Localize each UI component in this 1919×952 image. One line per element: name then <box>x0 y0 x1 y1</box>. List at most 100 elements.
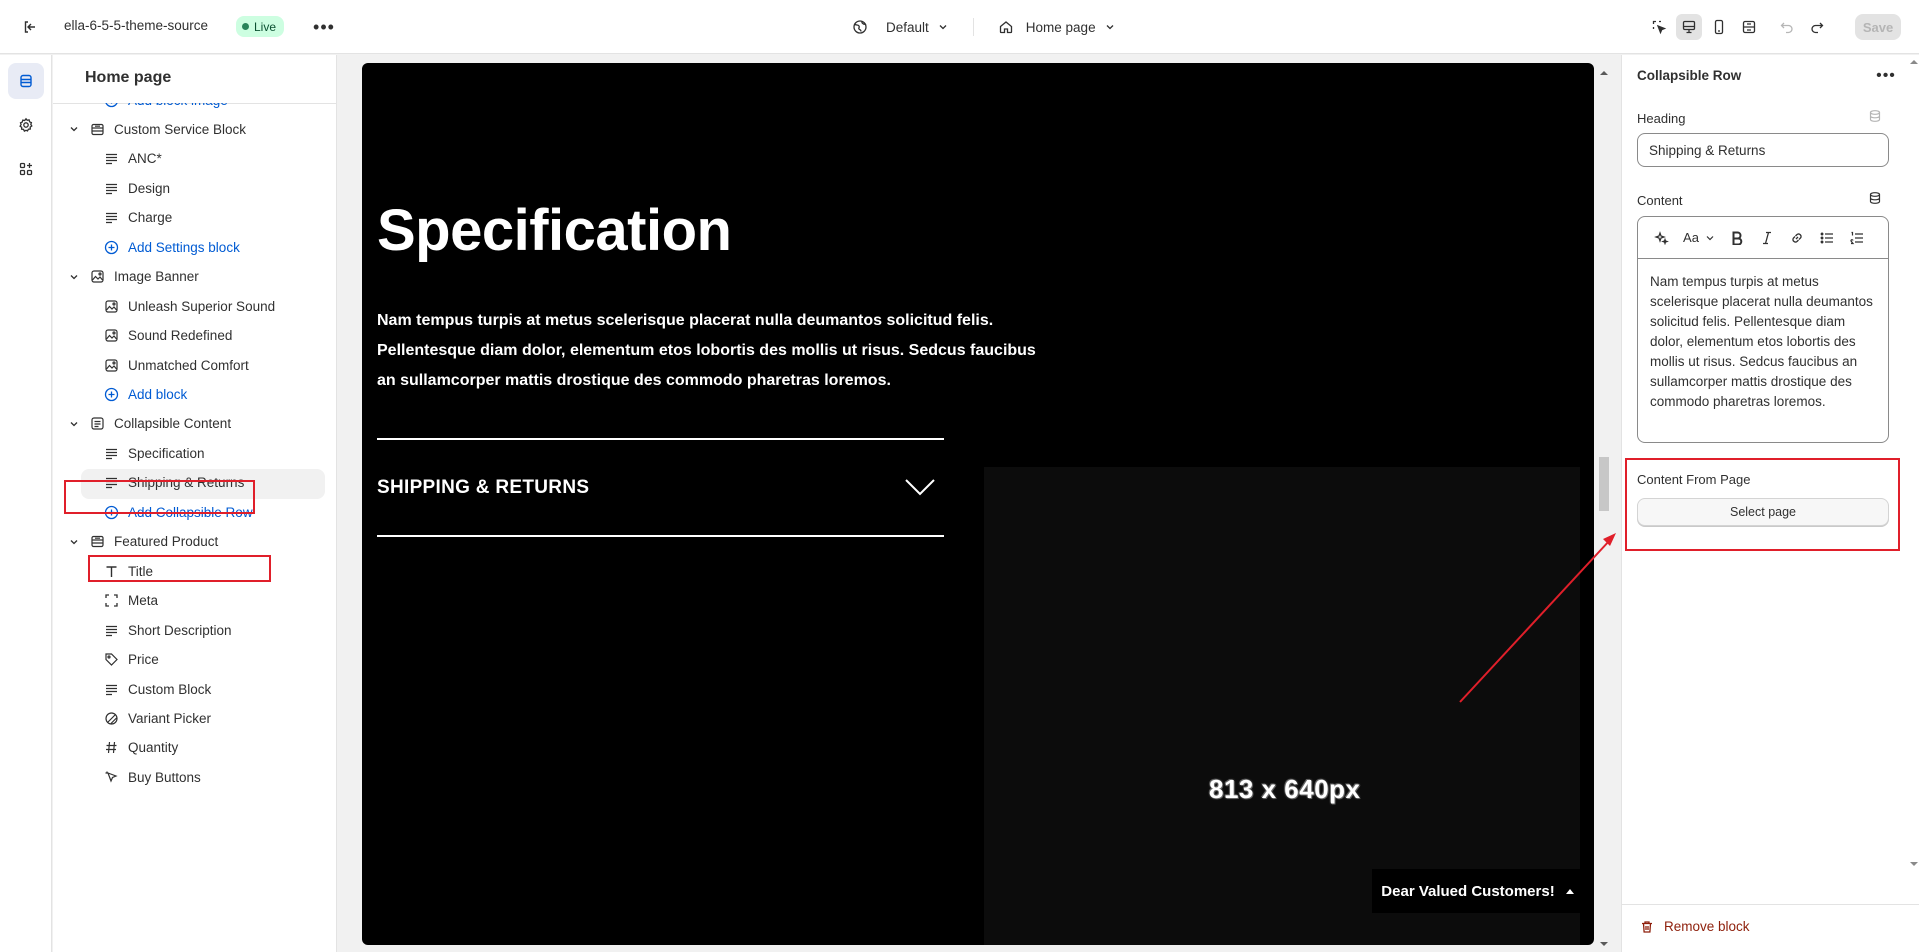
redo-button[interactable] <box>1804 14 1830 40</box>
block-anc[interactable]: ANC* <box>53 144 336 174</box>
chevron-down-icon[interactable] <box>904 476 936 498</box>
block-shipping-returns[interactable]: Shipping & Returns <box>53 468 336 499</box>
section-image-banner[interactable]: Image Banner <box>53 262 336 292</box>
block-short-description[interactable]: Short Description <box>53 615 336 645</box>
add-add-block-image[interactable]: Add block image <box>53 103 336 115</box>
sidebar-scrollbar[interactable] <box>336 106 337 948</box>
storefront-preview[interactable]: Specification Nam tempus turpis at metus… <box>362 63 1594 945</box>
section-custom-service-block[interactable]: Custom Service Block <box>53 114 336 144</box>
content-label: Content <box>1637 193 1683 208</box>
add-add-collapsible-row[interactable]: Add Collapsible Row <box>53 497 336 527</box>
desktop-icon <box>1682 20 1696 34</box>
scrollbar-thumb[interactable] <box>1599 457 1609 511</box>
add-add-settings-block[interactable]: Add Settings block <box>53 232 336 262</box>
section-featured-product[interactable]: Featured Product <box>53 527 336 557</box>
bullet-list-button[interactable] <box>1812 225 1842 251</box>
caret-up-icon <box>1565 889 1574 894</box>
remove-block-label: Remove block <box>1664 919 1750 934</box>
block-design[interactable]: Design <box>53 173 336 203</box>
add-add-block[interactable]: Add block <box>53 380 336 410</box>
apps-icon <box>19 162 33 176</box>
text-icon <box>103 475 119 491</box>
announcement-toast[interactable]: Dear Valued Customers! <box>1372 869 1584 913</box>
block-unleash-superior-sound[interactable]: Unleash Superior Sound <box>53 291 336 321</box>
exit-icon[interactable] <box>18 15 42 39</box>
row-label: Custom Service Block <box>114 121 247 137</box>
desktop-view-button[interactable] <box>1676 14 1702 40</box>
image-icon <box>103 357 119 373</box>
theme-settings-nav-button[interactable] <box>8 107 44 143</box>
heading-input[interactable]: Shipping & Returns <box>1637 133 1889 167</box>
chevron-down-icon[interactable] <box>67 535 81 549</box>
bold-button[interactable] <box>1722 225 1752 251</box>
block-quantity[interactable]: Quantity <box>53 733 336 763</box>
page-dropdown[interactable]: Home page <box>998 19 1116 35</box>
row-label: Image Banner <box>114 269 199 285</box>
block-price[interactable]: Price <box>53 645 336 675</box>
chevron-down-icon <box>939 25 947 30</box>
row-label: ANC* <box>128 151 162 167</box>
ai-generate-button[interactable] <box>1646 225 1676 251</box>
scroll-down-icon[interactable] <box>1909 860 1919 868</box>
text-icon <box>103 151 119 167</box>
chevron-down-icon[interactable] <box>67 417 81 431</box>
undo-icon <box>1780 22 1793 34</box>
mobile-view-button[interactable] <box>1706 14 1732 40</box>
chevron-down-icon[interactable] <box>67 270 81 284</box>
block-buy-buttons[interactable]: Buy Buttons <box>53 762 336 792</box>
text-icon <box>103 681 119 697</box>
italic-button[interactable] <box>1752 225 1782 251</box>
block-specification[interactable]: Specification <box>53 438 336 468</box>
row-label: Charge <box>128 210 173 226</box>
apps-nav-button[interactable] <box>8 151 44 187</box>
block-custom-block[interactable]: Custom Block <box>53 674 336 704</box>
dynamic-source-icon[interactable] <box>1868 191 1882 205</box>
scroll-down-icon[interactable] <box>1599 940 1609 948</box>
select-page-button[interactable]: Select page <box>1637 498 1889 526</box>
row-label: Custom Block <box>128 681 212 697</box>
text-icon <box>103 622 119 638</box>
row-label: Featured Product <box>114 534 219 550</box>
sidebar-title: Home page <box>85 69 172 86</box>
text-style-dropdown[interactable]: Aa <box>1676 225 1722 251</box>
undo-button[interactable] <box>1774 14 1800 40</box>
block-meta[interactable]: Meta <box>53 586 336 616</box>
block-charge[interactable]: Charge <box>53 203 336 233</box>
row-label: Quantity <box>128 740 179 756</box>
row-label: Add block <box>128 387 188 402</box>
content-rich-text-editor[interactable]: Aa Nam tempus turpis at metus scelerisqu… <box>1637 216 1889 443</box>
scroll-up-icon[interactable] <box>1909 58 1919 66</box>
preview-scrollbar[interactable] <box>1596 55 1612 952</box>
template-dropdown[interactable]: Default <box>852 19 949 35</box>
theme-actions-button[interactable]: ••• <box>311 14 337 40</box>
row-label: Short Description <box>128 622 232 638</box>
scroll-up-icon[interactable] <box>1599 69 1609 77</box>
block-variant-picker[interactable]: Variant Picker <box>53 703 336 733</box>
dynamic-source-icon[interactable] <box>1868 109 1882 123</box>
block-title[interactable]: Title <box>53 556 336 586</box>
row-label: Price <box>128 652 159 668</box>
fullscreen-view-button[interactable] <box>1736 14 1762 40</box>
row-label: Meta <box>128 593 159 609</box>
sections-nav-button[interactable] <box>8 63 44 99</box>
text-icon <box>103 180 119 196</box>
remove-block-button[interactable]: Remove block <box>1640 919 1750 934</box>
collapsible-row-title[interactable]: SHIPPING & RETURNS <box>377 477 589 499</box>
content-editor-text[interactable]: Nam tempus turpis at metus scelerisque p… <box>1638 259 1888 425</box>
numbered-list-button[interactable] <box>1842 225 1872 251</box>
block-unmatched-comfort[interactable]: Unmatched Comfort <box>53 350 336 380</box>
left-rail <box>0 55 52 952</box>
link-button[interactable] <box>1782 225 1812 251</box>
plus-circle-icon <box>103 103 119 108</box>
chevron-down-icon[interactable] <box>67 122 81 136</box>
preview-area: Specification Nam tempus turpis at metus… <box>338 55 1621 952</box>
row-label: Design <box>128 180 171 196</box>
section-collapsible-content[interactable]: Collapsible Content <box>53 409 336 439</box>
inspector-button[interactable] <box>1646 14 1672 40</box>
save-button[interactable]: Save <box>1855 14 1901 40</box>
link-icon <box>1792 232 1802 243</box>
settings-scrollbar[interactable] <box>1908 55 1919 904</box>
block-sound-redefined[interactable]: Sound Redefined <box>53 321 336 351</box>
sections-icon <box>20 74 32 88</box>
block-actions-button[interactable]: ••• <box>1874 66 1898 86</box>
